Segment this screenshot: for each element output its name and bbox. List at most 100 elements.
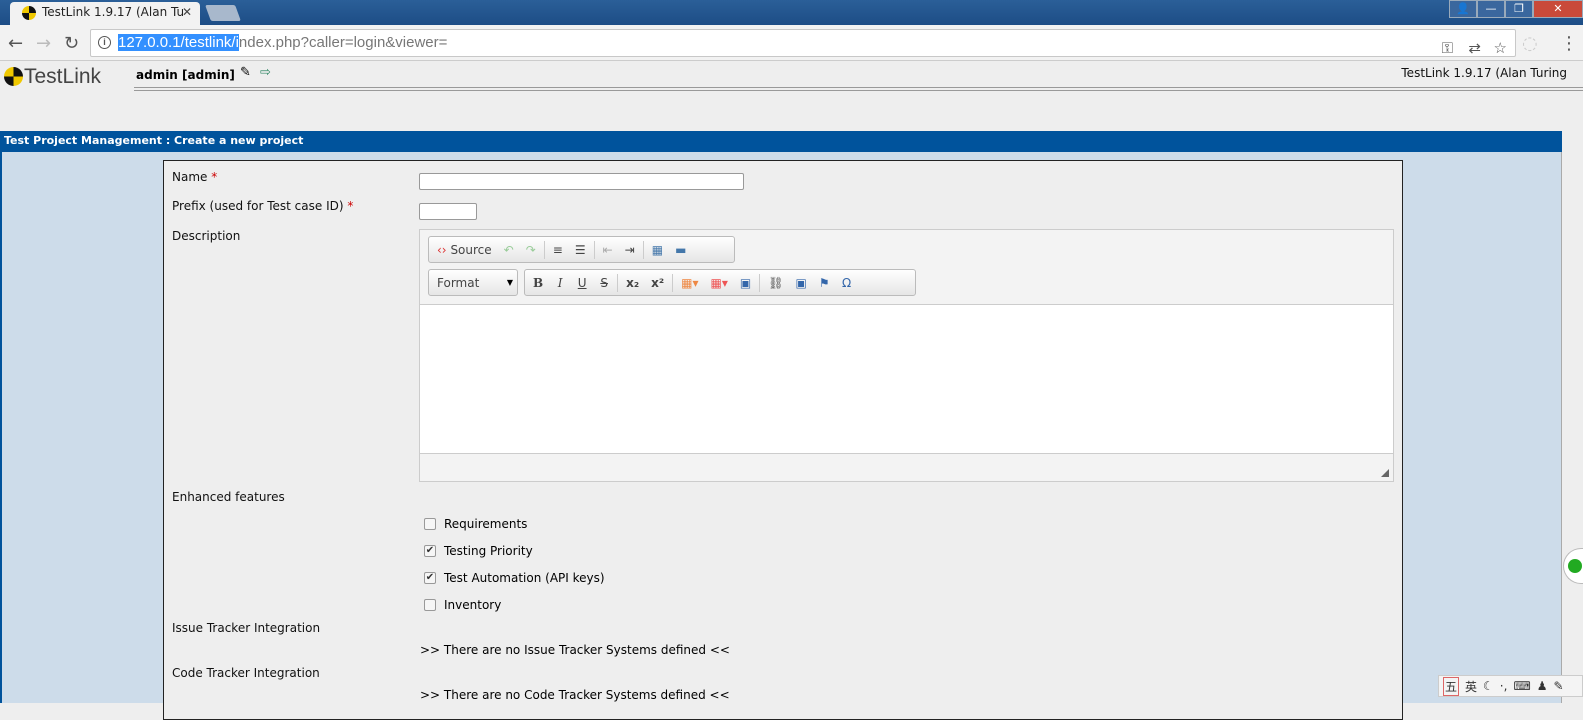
separator — [642, 240, 644, 259]
page-title: Test Project Management : Create a new p… — [0, 131, 1562, 152]
enhanced-features-label: Enhanced features — [172, 490, 285, 504]
info-icon[interactable]: i — [98, 36, 111, 49]
code-tracker-label: Code Tracker Integration — [172, 666, 320, 680]
required-mark: * — [211, 170, 218, 184]
special-char-icon[interactable]: Ω — [838, 276, 856, 290]
translate-icon[interactable]: ⇄ — [1468, 36, 1481, 62]
ime-toolbar: 五 英 ☾ ·, ⌨ ♟ ✎ — [1438, 675, 1583, 697]
star-icon[interactable]: ☆ — [1494, 36, 1507, 62]
checkbox-label: Requirements — [444, 517, 528, 531]
checkbox[interactable] — [424, 518, 436, 530]
table-icon[interactable]: ▦▾ — [707, 276, 732, 290]
close-tab-icon[interactable]: ✕ — [182, 2, 192, 23]
status-icon — [1568, 559, 1582, 573]
checkbox-checked[interactable]: ✔ — [424, 545, 436, 557]
side-floating-button[interactable] — [1563, 548, 1583, 584]
new-tab-button[interactable] — [205, 5, 241, 21]
separator — [617, 273, 619, 292]
punctuation-icon[interactable]: ·, — [1500, 679, 1508, 693]
checkbox[interactable] — [424, 599, 436, 611]
link-icon[interactable]: ⛓ — [764, 276, 787, 290]
menu-icon[interactable]: ⋮ — [1560, 33, 1578, 54]
checkbox-checked[interactable]: ✔ — [424, 572, 436, 584]
source-button[interactable]: ‹› Source — [433, 243, 496, 257]
key-icon[interactable]: ⚿ — [1442, 36, 1453, 62]
issue-tracker-label: Issue Tracker Integration — [172, 621, 321, 635]
editor-toolbar-row-1: ‹› Source ↶ ↷ ≡ ☰ ⇤ ⇥ ▦ ▬ — [428, 236, 735, 263]
ime-english-icon[interactable]: 英 — [1465, 678, 1477, 695]
undo-icon[interactable]: ↶ — [500, 243, 518, 257]
feature-checkbox-testing-priority[interactable]: ✔ Testing Priority — [424, 544, 533, 558]
keyboard-icon[interactable]: ⌨ — [1513, 679, 1530, 693]
separator — [543, 240, 545, 259]
horizontal-line-icon[interactable]: ▬ — [671, 243, 690, 257]
reload-icon[interactable]: ↻ — [64, 33, 79, 54]
header-divider — [134, 87, 1583, 91]
prefix-input[interactable] — [419, 203, 477, 220]
source-icon: ‹› — [437, 242, 447, 257]
testlink-favicon — [22, 6, 36, 20]
template-icon[interactable]: ▦ — [648, 243, 667, 257]
separator — [672, 273, 674, 292]
logout-icon[interactable]: ⇨ — [260, 65, 271, 80]
user-name: admin [admin] — [136, 68, 235, 82]
url-selected-text: 127.0.0.1/testlink/i — [118, 34, 239, 51]
prefix-label-text: Prefix (used for Test case ID) — [172, 199, 344, 213]
back-icon[interactable]: ← — [8, 33, 23, 54]
issue-tracker-message: >> There are no Issue Tracker Systems de… — [420, 643, 730, 657]
window-controls: 👤 — ❐ ✕ — [1449, 0, 1583, 18]
strikethrough-icon[interactable]: S — [595, 276, 613, 290]
extension-icon[interactable]: ◌ — [1522, 33, 1538, 54]
name-label: Name * — [172, 170, 217, 184]
close-window-icon[interactable]: ✕ — [1533, 0, 1583, 18]
tool-icon[interactable]: ✎ — [1554, 679, 1564, 693]
bold-icon[interactable]: B — [529, 276, 547, 290]
testlink-logo[interactable]: TestLink — [4, 65, 101, 89]
superscript-icon[interactable]: x² — [647, 276, 668, 290]
feature-checkbox-inventory[interactable]: Inventory — [424, 598, 501, 612]
name-input[interactable] — [419, 173, 744, 190]
user-icon[interactable]: 👤 — [1449, 0, 1477, 18]
underline-icon[interactable]: U — [573, 276, 591, 290]
checkbox-label: Test Automation (API keys) — [444, 571, 605, 585]
html-icon[interactable]: ▣ — [736, 276, 755, 290]
required-mark: * — [347, 199, 354, 213]
address-toolbar: ← → ↻ i 127.0.0.1/testlink/index.php?call… — [0, 25, 1583, 61]
description-label: Description — [172, 229, 241, 243]
logo-icon — [4, 67, 23, 86]
url-input[interactable]: i 127.0.0.1/testlink/index.php?caller=log… — [90, 29, 1516, 57]
feature-checkbox-requirements[interactable]: Requirements — [424, 517, 527, 531]
feature-checkbox-test-automation[interactable]: ✔ Test Automation (API keys) — [424, 571, 605, 585]
redo-icon[interactable]: ↷ — [522, 243, 540, 257]
browser-tab-bar: TestLink 1.9.17 (Alan Tu ✕ 👤 — ❐ ✕ — [0, 0, 1583, 25]
separator — [593, 240, 595, 259]
color-icon[interactable]: ▦▾ — [677, 276, 702, 290]
minimize-icon[interactable]: — — [1477, 0, 1505, 18]
ime-wubi-icon[interactable]: 五 — [1443, 676, 1460, 696]
code-tracker-message: >> There are no Code Tracker Systems def… — [420, 688, 730, 702]
italic-icon[interactable]: I — [551, 276, 569, 290]
moon-icon[interactable]: ☾ — [1483, 679, 1494, 693]
edit-profile-icon[interactable]: ✎ — [240, 65, 251, 80]
editor-content-area[interactable] — [420, 304, 1393, 454]
name-label-text: Name — [172, 170, 208, 184]
maximize-icon[interactable]: ❐ — [1505, 0, 1533, 18]
subscript-icon[interactable]: x₂ — [622, 276, 643, 290]
create-project-form: Name * Prefix (used for Test case ID) * … — [163, 160, 1403, 720]
checkbox-label: Inventory — [444, 598, 502, 612]
image-icon[interactable]: ▣ — [791, 276, 810, 290]
forward-icon[interactable]: → — [36, 33, 51, 54]
user-icon[interactable]: ♟ — [1537, 679, 1548, 693]
format-dropdown[interactable]: Format ▼ — [428, 269, 518, 296]
flag-icon[interactable]: ⚑ — [815, 276, 834, 290]
editor-toolbar-row-2: B I U S x₂ x² ▦▾ ▦▾ ▣ ⛓ ▣ ⚑ Ω — [524, 269, 916, 296]
indent-icon[interactable]: ⇥ — [621, 243, 639, 257]
browser-tab[interactable]: TestLink 1.9.17 (Alan Tu ✕ — [10, 2, 200, 25]
logo-text: TestLink — [24, 65, 102, 88]
format-label: Format — [437, 275, 480, 290]
outdent-icon[interactable]: ⇤ — [599, 243, 617, 257]
url-text: ndex.php?caller=login&viewer= — [238, 34, 448, 51]
numbered-list-icon[interactable]: ≡ — [549, 243, 567, 257]
bulleted-list-icon[interactable]: ☰ — [571, 243, 590, 257]
resize-handle-icon[interactable] — [1381, 469, 1389, 477]
